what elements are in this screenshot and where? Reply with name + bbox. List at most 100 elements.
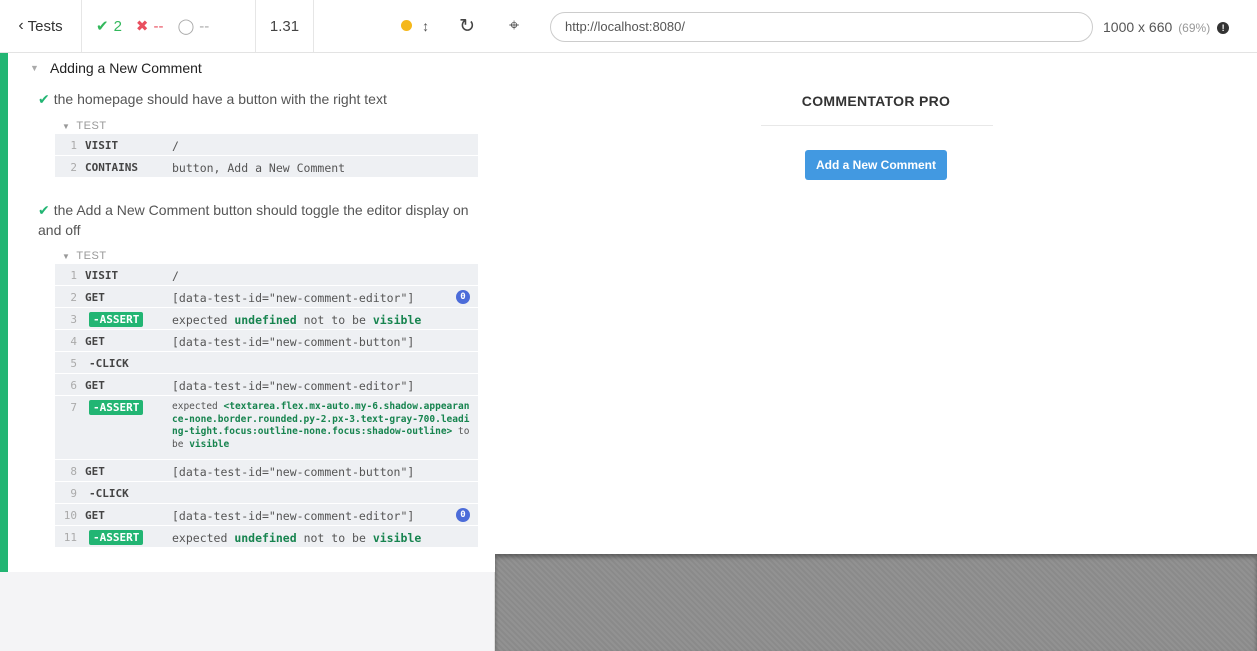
command-message: [data-test-id="new-comment-editor"] xyxy=(172,379,415,393)
section-label-text: TEST xyxy=(76,120,107,132)
check-icon: ✔ xyxy=(38,91,50,107)
command-message: / xyxy=(172,269,179,283)
zoom-level: (69%) xyxy=(1178,21,1211,35)
passed-count-value: 2 xyxy=(113,17,122,35)
test-title-text: the homepage should have a button with t… xyxy=(53,91,387,107)
command-name: VISIT xyxy=(85,269,119,282)
command-row[interactable]: 2 CONTAINS button, Add a New Comment xyxy=(55,156,478,178)
command-message: [data-test-id="new-comment-button"] xyxy=(172,465,415,479)
command-row[interactable]: 9 -CLICK xyxy=(55,482,478,504)
app-title: COMMENTATOR PRO xyxy=(801,93,951,109)
add-new-comment-button[interactable]: Add a New Comment xyxy=(805,150,947,180)
command-number: 3 xyxy=(70,313,77,326)
test-title-1[interactable]: ✔ the homepage should have a button with … xyxy=(38,89,478,109)
assert-pre: expected xyxy=(172,401,218,412)
pending-count-value: -- xyxy=(199,17,210,35)
command-number: 1 xyxy=(70,139,77,152)
assert-state: visible xyxy=(372,531,422,545)
app-iframe: COMMENTATOR PRO Add a New Comment xyxy=(495,53,1257,554)
assert-pre: expected xyxy=(172,531,228,545)
reporter-controls: ↕ ↻ xyxy=(314,0,495,52)
caret-down-icon: ▼ xyxy=(62,122,71,131)
section-label-text: TEST xyxy=(76,250,107,262)
assert-state: visible xyxy=(372,313,422,327)
element-count-badge[interactable]: 0 xyxy=(456,290,470,304)
test-section-label[interactable]: ▼ TEST xyxy=(62,120,107,132)
assertion-message: expected <textarea.flex.mx-auto.my-6.sha… xyxy=(172,401,478,451)
circle-icon: ◯ xyxy=(177,18,195,35)
command-number: 2 xyxy=(70,161,77,174)
tests-button[interactable]: ‹ Tests xyxy=(0,0,82,52)
command-row[interactable]: 10 GET [data-test-id="new-comment-editor… xyxy=(55,504,478,526)
auto-scroll-toggle[interactable]: ↕ xyxy=(400,17,430,35)
divider xyxy=(761,125,993,126)
assert-badge: -ASSERT xyxy=(89,312,144,327)
command-row[interactable]: 11 -ASSERT expected undefined not to be … xyxy=(55,526,478,548)
passed-count: ✔ 2 xyxy=(96,17,122,36)
command-number: 4 xyxy=(70,335,77,348)
failed-count: ✖ -- xyxy=(135,17,164,36)
command-message: / xyxy=(172,139,179,153)
viewport-backdrop xyxy=(495,554,1257,651)
element-count-badge[interactable]: 0 xyxy=(456,508,470,522)
command-row[interactable]: 1 VISIT / xyxy=(55,264,478,286)
command-name: -ASSERT xyxy=(85,400,172,415)
command-message: [data-test-id="new-comment-button"] xyxy=(172,335,415,349)
assert-badge: -ASSERT xyxy=(89,530,144,545)
command-row[interactable]: 3 -ASSERT expected undefined not to be v… xyxy=(55,308,478,330)
test-section-label[interactable]: ▼ TEST xyxy=(62,250,107,262)
pending-count: ◯ -- xyxy=(177,17,210,36)
command-message: [data-test-id="new-comment-editor"] xyxy=(172,291,415,305)
url-bar[interactable]: http://localhost:8080/ xyxy=(550,12,1093,42)
command-number: 9 xyxy=(70,487,77,500)
command-number: 6 xyxy=(70,379,77,392)
caret-down-icon: ▼ xyxy=(62,252,71,261)
assert-subject: undefined xyxy=(234,531,297,545)
command-name: CONTAINS xyxy=(85,161,138,174)
command-name: -CLICK xyxy=(89,357,129,370)
assert-mid: not to be xyxy=(303,313,366,327)
assert-subject: undefined xyxy=(234,313,297,327)
reporter-header: ‹ Tests ✔ 2 ✖ -- ◯ -- 1.31 ↕ ↻ xyxy=(0,0,495,53)
test-title-2[interactable]: ✔ the Add a New Comment button should tog… xyxy=(38,200,478,240)
assert-state: visible xyxy=(189,438,230,450)
check-icon: ✔ xyxy=(38,202,50,218)
up-down-arrows-icon: ↕ xyxy=(422,17,430,34)
command-message: button, Add a New Comment xyxy=(172,161,346,175)
tests-button-label: Tests xyxy=(27,17,63,35)
info-icon[interactable]: ! xyxy=(1217,22,1230,34)
command-row[interactable]: 4 GET [data-test-id="new-comment-button"… xyxy=(55,330,478,352)
command-row[interactable]: 2 GET [data-test-id="new-comment-editor"… xyxy=(55,286,478,308)
assert-pre: expected xyxy=(172,313,228,327)
command-list-1: 1 VISIT / 2 CONTAINS button, Add a New C… xyxy=(55,134,478,178)
command-number: 5 xyxy=(70,357,77,370)
chevron-left-icon: ‹ xyxy=(18,17,24,34)
x-icon: ✖ xyxy=(135,18,149,35)
command-name: VISIT xyxy=(85,139,119,152)
command-number: 11 xyxy=(63,531,77,544)
command-row[interactable]: 5 -CLICK xyxy=(55,352,478,374)
command-number: 2 xyxy=(70,291,77,304)
dot-icon xyxy=(400,19,412,31)
assertion-message: expected undefined not to be visible xyxy=(172,313,478,327)
command-name: -CLICK xyxy=(89,487,129,500)
command-row[interactable]: 7 -ASSERT expected <textarea.flex.mx-aut… xyxy=(55,396,478,460)
assert-badge: -ASSERT xyxy=(89,400,144,415)
command-number: 8 xyxy=(70,465,77,478)
command-row[interactable]: 8 GET [data-test-id="new-comment-button"… xyxy=(55,460,478,482)
crosshair-icon[interactable]: ⌖ xyxy=(509,15,519,36)
command-row[interactable]: 1 VISIT / xyxy=(55,134,478,156)
command-number: 10 xyxy=(63,509,77,522)
command-name: GET xyxy=(85,509,105,522)
reload-icon[interactable]: ↻ xyxy=(459,15,475,38)
viewport-size: 1000 x 660 xyxy=(1103,19,1173,35)
command-number: 7 xyxy=(70,401,77,414)
command-name: -ASSERT xyxy=(85,530,172,545)
command-row[interactable]: 6 GET [data-test-id="new-comment-editor"… xyxy=(55,374,478,396)
test-counts: ✔ 2 ✖ -- ◯ -- xyxy=(82,0,256,52)
browser-header: ⌖ http://localhost:8080/ 1000 x 660 (69%… xyxy=(495,0,1257,53)
command-number: 1 xyxy=(70,269,77,282)
command-list-2: 1 VISIT / 2 GET [data-test-id="new-comme… xyxy=(55,264,478,548)
suite-title[interactable]: ▼ Adding a New Comment xyxy=(30,60,202,76)
caret-down-icon: ▼ xyxy=(30,63,39,73)
